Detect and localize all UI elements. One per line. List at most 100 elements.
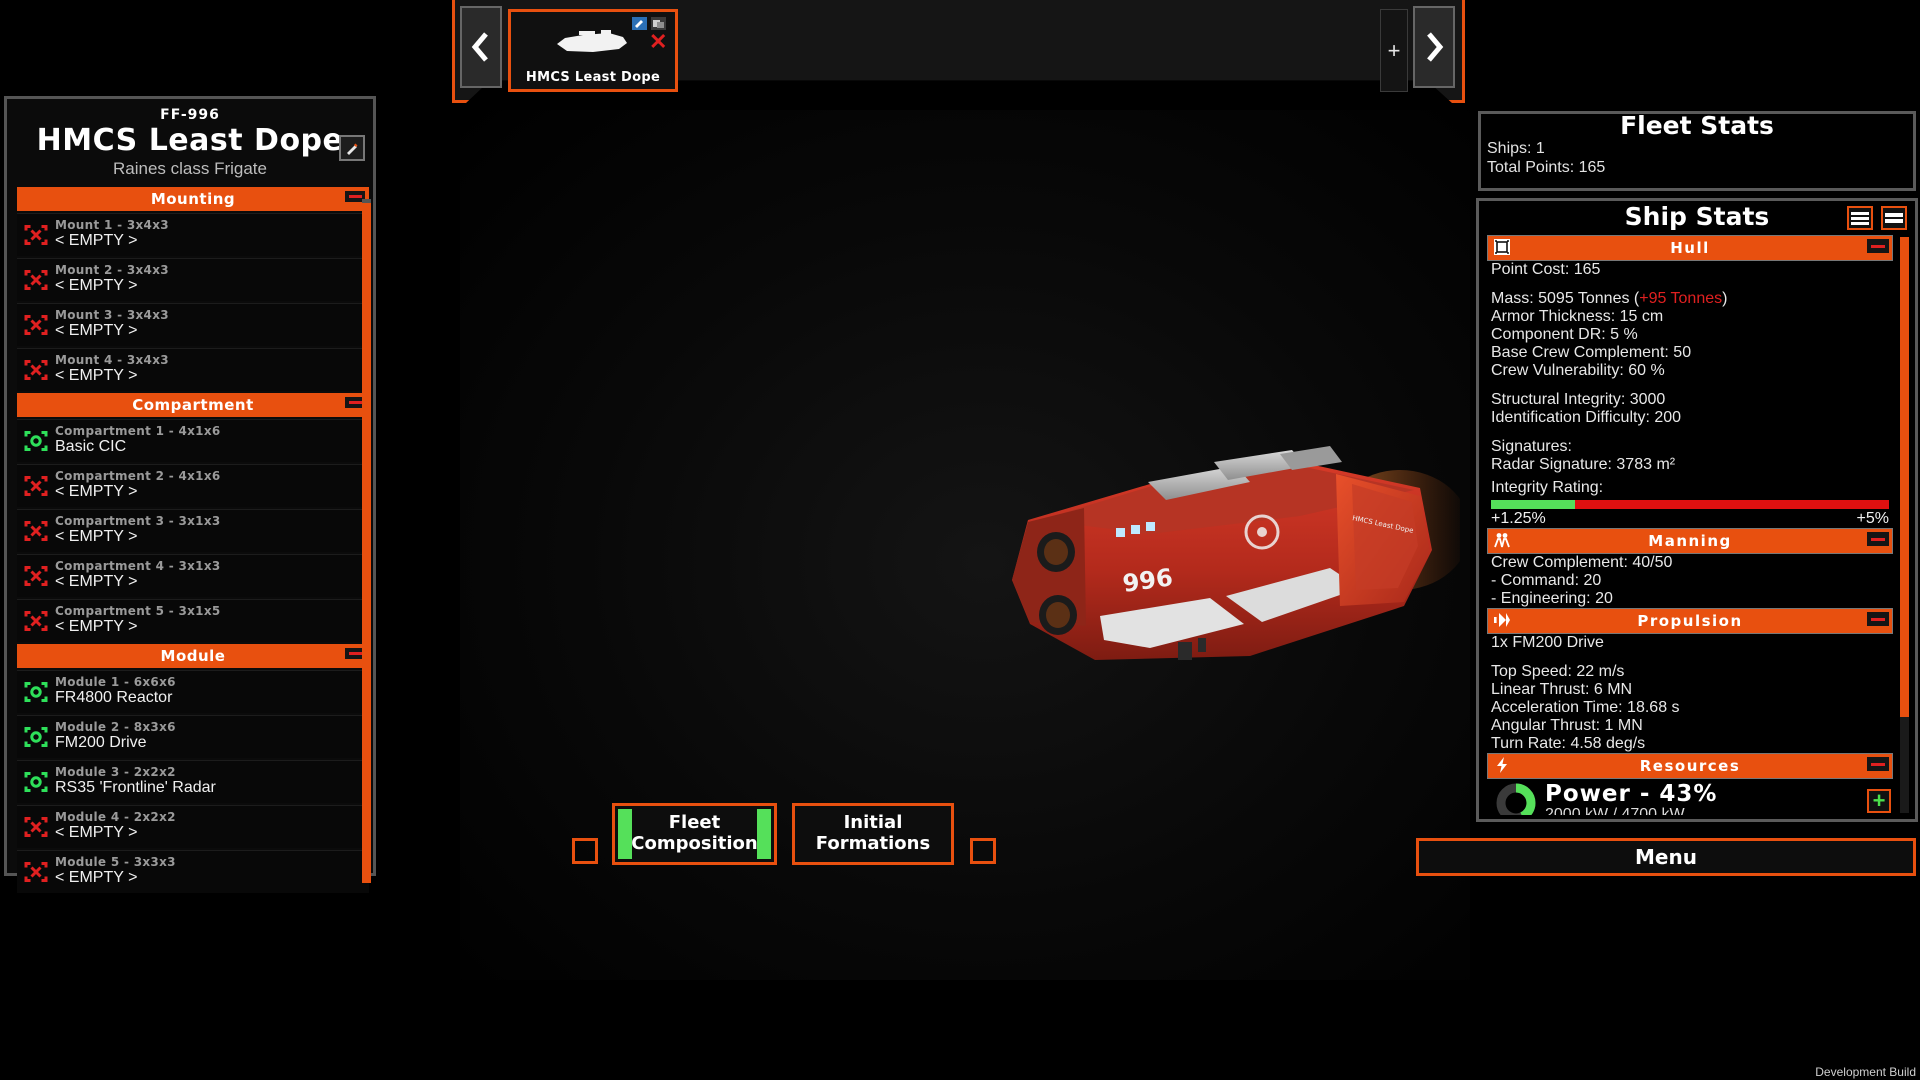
stats-line: - Command: 20 bbox=[1491, 572, 1602, 589]
bottom-left-corner-button[interactable] bbox=[572, 838, 598, 864]
stats-line: Point Cost: 165 bbox=[1491, 261, 1601, 278]
slot-status-icon-wrap bbox=[17, 222, 55, 248]
prev-ship-button[interactable] bbox=[460, 6, 502, 88]
collapse-group-button[interactable] bbox=[1867, 757, 1889, 771]
slot-label: Mount 2 - 3x4x3 bbox=[55, 263, 169, 278]
initial-formations-label-1: Initial bbox=[843, 812, 903, 834]
stats-group-header-manning[interactable]: Manning bbox=[1487, 528, 1893, 554]
slot-empty-icon bbox=[24, 314, 48, 335]
minus-icon bbox=[348, 194, 362, 198]
loadout-slot-row[interactable]: Mount 4 - 3x4x3 < EMPTY > bbox=[17, 347, 369, 391]
loadout-scroll-thumb[interactable] bbox=[362, 203, 371, 883]
fleet-composition-label-1: Fleet bbox=[668, 812, 721, 834]
loadout-slot-row[interactable]: Module 5 - 3x3x3 < EMPTY > bbox=[17, 849, 369, 893]
list-compact-icon bbox=[1851, 211, 1869, 215]
slot-label: Module 3 - 2x2x2 bbox=[55, 765, 176, 780]
collapse-group-button[interactable] bbox=[1867, 239, 1889, 253]
slot-value: Basic CIC bbox=[55, 437, 127, 455]
collapse-group-button[interactable] bbox=[1867, 532, 1889, 546]
slot-status-icon-wrap bbox=[17, 679, 55, 705]
loadout-section-header-mounting[interactable]: Mounting bbox=[17, 186, 369, 211]
mass-base: Mass: 5095 Tonnes ( bbox=[1491, 290, 1640, 307]
slot-empty-icon bbox=[24, 475, 48, 496]
slot-label: Compartment 4 - 3x1x3 bbox=[55, 559, 221, 574]
stats-group-header-resources[interactable]: Resources bbox=[1487, 753, 1893, 779]
initial-formations-button[interactable]: Initial Formations bbox=[792, 803, 954, 865]
slot-text: Mount 3 - 3x4x3 < EMPTY > bbox=[55, 309, 169, 339]
stats-line: Acceleration Time: 18.68 s bbox=[1491, 699, 1680, 716]
stats-group-title: Resources bbox=[1639, 757, 1741, 775]
stats-line: Radar Signature: 3783 m² bbox=[1491, 456, 1676, 473]
list-expanded-icon bbox=[1885, 213, 1903, 217]
power-donut-chart bbox=[1495, 782, 1537, 815]
ship-stats-scrollbar[interactable] bbox=[1900, 237, 1909, 813]
ship-stats-content: Hull Point Cost: 165 Mass: 5095 Tonnes (+9… bbox=[1487, 235, 1893, 815]
rename-ship-icon[interactable] bbox=[632, 17, 647, 30]
loadout-sections: Mounting Mount 1 - 3x4x3 < EMPTY > Mount 2 … bbox=[7, 186, 373, 893]
next-ship-button[interactable] bbox=[1413, 6, 1455, 88]
loadout-slot-row[interactable]: Module 2 - 8x3x6 FM200 Drive bbox=[17, 714, 369, 758]
slot-label: Compartment 2 - 4x1x6 bbox=[55, 469, 221, 484]
stats-line: - Engineering: 20 bbox=[1491, 590, 1613, 607]
loadout-scrollbar[interactable] bbox=[362, 203, 371, 883]
fleet-composition-label-2: Composition bbox=[631, 833, 758, 854]
slot-value: < EMPTY > bbox=[55, 617, 138, 635]
loadout-slot-row[interactable]: Compartment 5 - 3x1x5 < EMPTY > bbox=[17, 598, 369, 642]
hull-icon bbox=[1494, 238, 1510, 255]
add-resource-button[interactable]: + bbox=[1867, 789, 1891, 813]
menu-button[interactable]: Menu bbox=[1416, 838, 1916, 876]
slot-value: < EMPTY > bbox=[55, 572, 138, 590]
slot-status-icon-wrap bbox=[17, 357, 55, 383]
slot-value: < EMPTY > bbox=[55, 527, 138, 545]
loadout-section-header-compartment[interactable]: Compartment bbox=[17, 392, 369, 417]
stats-spacer bbox=[1487, 652, 1893, 663]
stats-view-expanded-button[interactable] bbox=[1881, 206, 1907, 230]
fleet-composition-button[interactable]: Fleet Composition bbox=[612, 803, 777, 865]
slot-status-icon-wrap bbox=[17, 267, 55, 293]
stats-group-header-propulsion[interactable]: Propulsion bbox=[1487, 608, 1893, 634]
stats-group-title: Manning bbox=[1648, 532, 1732, 550]
stats-view-compact-button[interactable] bbox=[1847, 206, 1873, 230]
power-title: Power - 43% bbox=[1545, 780, 1718, 807]
collapse-group-button[interactable] bbox=[1867, 612, 1889, 626]
chevron-right-icon bbox=[1427, 32, 1444, 62]
stats-line: Armor Thickness: 15 cm bbox=[1491, 308, 1664, 325]
loadout-slot-row[interactable]: Module 1 - 6x6x6 FR4800 Reactor bbox=[17, 669, 369, 713]
loadout-slot-row[interactable]: Module 3 - 2x2x2 RS35 'Frontline' Radar bbox=[17, 759, 369, 803]
bottom-right-corner-button[interactable] bbox=[970, 838, 996, 864]
loadout-slot-row[interactable]: Mount 3 - 3x4x3 < EMPTY > bbox=[17, 302, 369, 346]
loadout-slot-row[interactable]: Mount 2 - 3x4x3 < EMPTY > bbox=[17, 257, 369, 301]
loadout-section-header-module[interactable]: Module bbox=[17, 643, 369, 668]
ship-tab-hmcs-least-dope[interactable]: ✕ HMCS Least Dope bbox=[508, 9, 678, 92]
slot-text: Compartment 1 - 4x1x6 Basic CIC bbox=[55, 425, 221, 455]
minus-icon bbox=[348, 651, 362, 655]
stats-line: 1x FM200 Drive bbox=[1491, 634, 1604, 651]
slot-text: Compartment 5 - 3x1x5 < EMPTY > bbox=[55, 605, 221, 635]
loadout-slot-row[interactable]: Mount 1 - 3x4x3 < EMPTY > bbox=[17, 212, 369, 256]
loadout-slot-row[interactable]: Compartment 2 - 4x1x6 < EMPTY > bbox=[17, 463, 369, 507]
stats-line: Mass: 5095 Tonnes (+95 Tonnes) bbox=[1487, 290, 1893, 308]
loadout-slot-row[interactable]: Module 4 - 2x2x2 < EMPTY > bbox=[17, 804, 369, 848]
slot-text: Module 3 - 2x2x2 RS35 'Frontline' Radar bbox=[55, 766, 216, 796]
slot-filled-icon bbox=[24, 430, 48, 451]
power-bolt-icon bbox=[1497, 756, 1507, 773]
slot-value: < EMPTY > bbox=[55, 823, 138, 841]
slot-status-icon-wrap bbox=[17, 814, 55, 840]
loadout-section-title: Module bbox=[160, 646, 226, 665]
close-ship-tab-button[interactable]: ✕ bbox=[649, 31, 667, 53]
list-expanded-icon-line bbox=[1885, 219, 1903, 223]
loadout-slot-row[interactable]: Compartment 4 - 3x1x3 < EMPTY > bbox=[17, 553, 369, 597]
slot-label: Mount 4 - 3x4x3 bbox=[55, 353, 169, 368]
add-ship-button[interactable]: + bbox=[1380, 9, 1408, 92]
edit-ship-name-button[interactable] bbox=[339, 135, 365, 161]
slot-value: < EMPTY > bbox=[55, 366, 138, 384]
ship-stats-scroll-thumb[interactable] bbox=[1900, 237, 1909, 717]
slot-text: Module 2 - 8x3x6 FM200 Drive bbox=[55, 721, 176, 751]
integrity-bar bbox=[1491, 500, 1889, 509]
list-compact-icon-line bbox=[1851, 216, 1869, 220]
slot-text: Compartment 2 - 4x1x6 < EMPTY > bbox=[55, 470, 221, 500]
stats-group-header-hull[interactable]: Hull bbox=[1487, 235, 1893, 261]
loadout-slot-row[interactable]: Compartment 1 - 4x1x6 Basic CIC bbox=[17, 418, 369, 462]
loadout-slot-row[interactable]: Compartment 3 - 3x1x3 < EMPTY > bbox=[17, 508, 369, 552]
minus-icon bbox=[1871, 617, 1885, 621]
